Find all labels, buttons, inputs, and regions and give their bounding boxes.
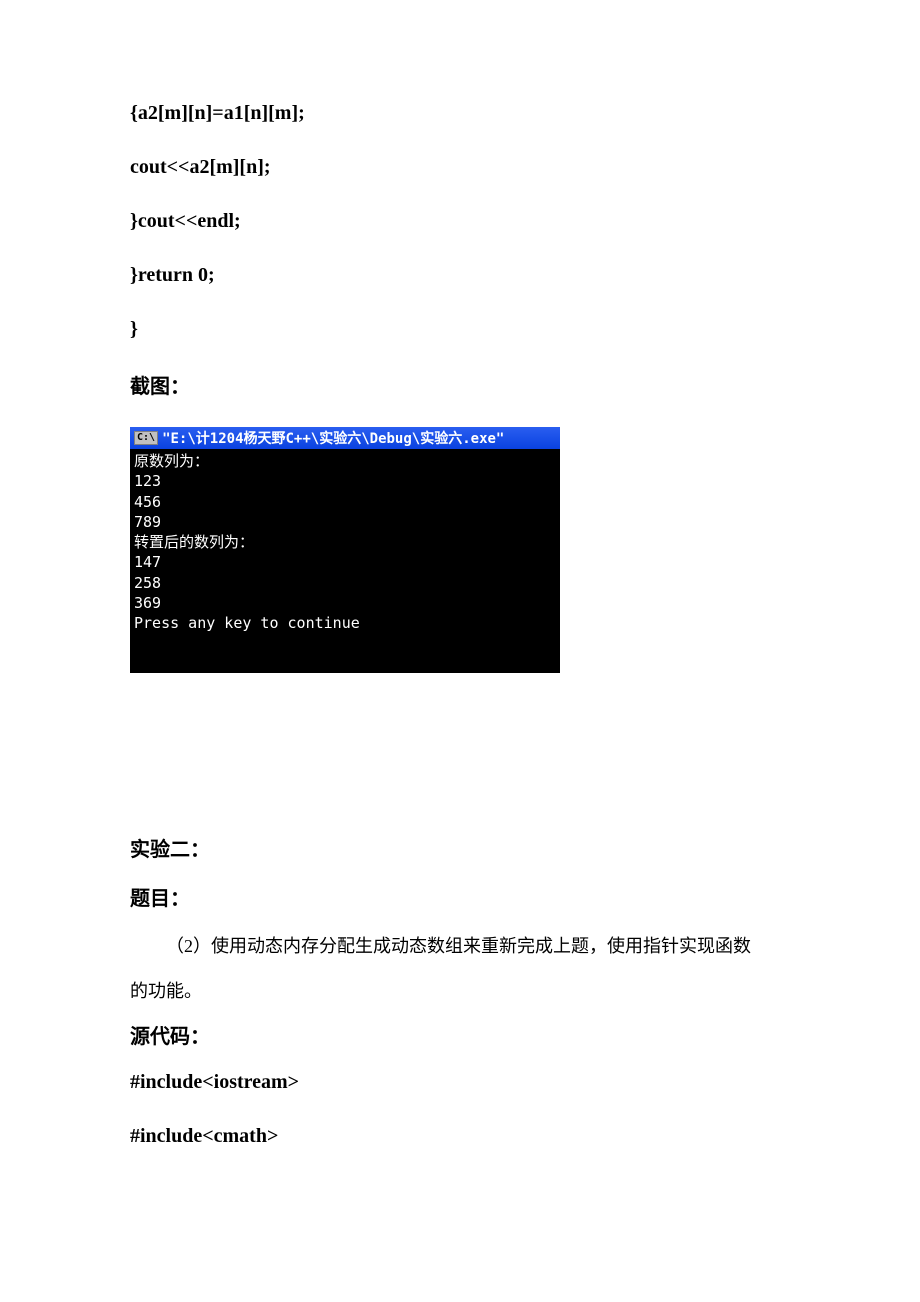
code-line: cout<<a2[m][n];	[130, 154, 790, 180]
code-line: }cout<<endl;	[130, 208, 790, 234]
question-description: （2）使用动态内存分配生成动态数组来重新完成上题，使用指针实现函数	[130, 931, 790, 962]
code-line: {a2[m][n]=a1[n][m];	[130, 100, 790, 126]
cmd-icon: C:\	[134, 431, 158, 445]
code-line: }	[130, 316, 790, 342]
document-page: {a2[m][n]=a1[n][m]; cout<<a2[m][n]; }cou…	[0, 0, 920, 1277]
question-description: 的功能。	[130, 976, 790, 1007]
code-line: #include<iostream>	[130, 1069, 790, 1095]
code-line: #include<cmath>	[130, 1123, 790, 1149]
source-code-label: 源代码：	[130, 1020, 790, 1049]
spacer	[130, 673, 790, 833]
terminal-title: "E:\计1204杨天野C++\实验六\Debug\实验六.exe"	[162, 428, 504, 448]
terminal-titlebar: C:\ "E:\计1204杨天野C++\实验六\Debug\实验六.exe"	[130, 427, 560, 449]
terminal-output: 原数列为： 123 456 789 转置后的数列为： 147 258 369 P…	[130, 449, 560, 673]
terminal-window: C:\ "E:\计1204杨天野C++\实验六\Debug\实验六.exe" 原…	[130, 427, 560, 673]
question-label: 题目：	[130, 882, 790, 911]
code-line: }return 0;	[130, 262, 790, 288]
experiment-title: 实验二：	[130, 833, 790, 862]
screenshot-label: 截图：	[130, 370, 790, 399]
